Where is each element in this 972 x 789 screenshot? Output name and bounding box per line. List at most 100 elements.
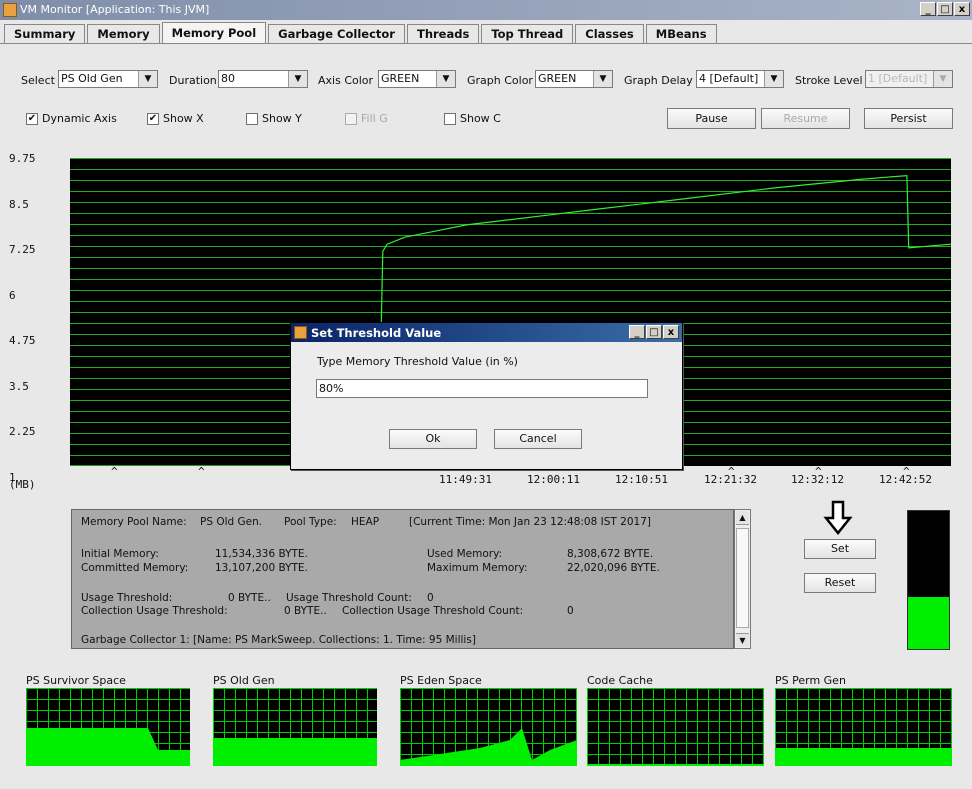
dialog-minimize-button[interactable]: _ <box>629 325 645 339</box>
mini-label-eden: PS Eden Space <box>400 674 482 687</box>
y-tick-label: 2.25 <box>9 425 36 438</box>
fill-g-label: Fill G <box>361 112 388 125</box>
checkbox-box <box>345 112 357 125</box>
pool-type-value: HEAP <box>351 516 380 528</box>
checkbox-box <box>444 112 456 125</box>
tab-summary[interactable]: Summary <box>4 24 86 43</box>
graph-delay-label: Graph Delay <box>624 74 693 87</box>
check-icon: ✔ <box>26 112 38 125</box>
mini-chart-perm-gen <box>775 688 952 766</box>
x-tick-label: 12:10:51 <box>615 473 668 486</box>
x-tick-label: 12:21:32 <box>704 473 757 486</box>
chevron-down-icon: ▼ <box>138 71 157 87</box>
window-title: VM Monitor [Application: This JVM] <box>20 3 210 16</box>
tab-memory[interactable]: Memory <box>87 24 160 43</box>
mini-chart-old-gen <box>213 688 377 766</box>
ok-button[interactable]: Ok <box>389 429 477 449</box>
tab-memory-pool[interactable]: Memory Pool <box>161 22 267 43</box>
tab-mbeans[interactable]: MBeans <box>645 24 717 43</box>
x-tick-label: 12:42:52 <box>879 473 932 486</box>
java-app-icon <box>3 3 17 17</box>
resume-button[interactable]: Resume <box>761 108 850 129</box>
reset-threshold-button[interactable]: Reset <box>804 573 876 593</box>
checkbox-box <box>246 112 258 125</box>
usage-threshold-label: Usage Threshold: <box>81 592 173 604</box>
usage-threshold-value: 0 BYTE.. <box>228 592 271 604</box>
show-y-label: Show Y <box>262 112 302 125</box>
close-button[interactable]: x <box>954 2 970 16</box>
graph-color-value: GREEN <box>538 72 577 85</box>
show-c-checkbox[interactable]: Show C <box>444 112 501 125</box>
gc-info-line: Garbage Collector 1: [Name: PS MarkSweep… <box>81 634 476 646</box>
show-x-checkbox[interactable]: ✔ Show X <box>147 112 204 125</box>
usage-level-bar <box>907 510 950 650</box>
chevron-down-icon: ▼ <box>436 71 455 87</box>
committed-memory-label: Committed Memory: <box>81 562 189 574</box>
x-tick-label: 12:00:11 <box>527 473 580 486</box>
y-tick-label: 6 <box>9 288 16 302</box>
graph-color-select[interactable]: GREEN ▼ <box>535 70 613 88</box>
dialog-maximize-button[interactable]: □ <box>646 325 662 339</box>
graph-delay-select[interactable]: 4 [Default] ▼ <box>696 70 784 88</box>
tab-classes[interactable]: Classes <box>575 24 644 43</box>
dialog-title-bar: Set Threshold Value _ □ x <box>291 323 682 342</box>
tab-top-thread[interactable]: Top Thread <box>481 24 574 43</box>
pool-info-panel: Memory Pool Name: PS Old Gen. Pool Type:… <box>71 509 734 649</box>
initial-memory-value: 11,534,336 BYTE. <box>215 548 308 560</box>
mini-label-perm-gen: PS Perm Gen <box>775 674 846 687</box>
maximize-button[interactable]: □ <box>937 2 953 16</box>
tab-garbage-collector[interactable]: Garbage Collector <box>268 24 405 43</box>
scroll-thumb[interactable] <box>736 528 749 628</box>
chevron-down-icon: ▼ <box>593 71 612 87</box>
threshold-input[interactable]: 80% <box>316 379 648 398</box>
stroke-level-label: Stroke Level <box>795 74 863 87</box>
duration-select[interactable]: 80 ▼ <box>218 70 308 88</box>
cancel-button[interactable]: Cancel <box>494 429 582 449</box>
tab-divider <box>0 43 972 44</box>
duration-select-value: 80 <box>221 72 235 85</box>
arrow-down-icon <box>823 500 853 536</box>
check-icon: ✔ <box>147 112 159 125</box>
java-app-icon <box>294 326 307 339</box>
collection-usage-threshold-count-value: 0 <box>567 605 574 617</box>
pool-type-label: Pool Type: <box>284 516 337 528</box>
scroll-down-icon[interactable]: ▼ <box>736 633 749 647</box>
y-tick-label: 7.25 <box>9 243 36 256</box>
minimize-button[interactable]: _ <box>920 2 936 16</box>
pool-select[interactable]: PS Old Gen ▼ <box>58 70 158 88</box>
mini-chart-survivor <box>26 688 190 766</box>
axis-color-select[interactable]: GREEN ▼ <box>378 70 456 88</box>
usage-level-fill <box>908 596 949 649</box>
stroke-level-value: 1 [Default] <box>866 71 933 87</box>
mini-label-old-gen: PS Old Gen <box>213 674 275 687</box>
pool-name-value: PS Old Gen. <box>200 516 263 528</box>
persist-button[interactable]: Persist <box>864 108 953 129</box>
scroll-up-icon[interactable]: ▲ <box>736 511 749 525</box>
show-y-checkbox[interactable]: Show Y <box>246 112 302 125</box>
x-tick-label: 12:32:12 <box>791 473 844 486</box>
set-threshold-button[interactable]: Set <box>804 539 876 559</box>
mini-chart-code-cache <box>587 688 764 766</box>
dialog-close-button[interactable]: x <box>663 325 679 339</box>
fill-g-checkbox[interactable]: Fill G <box>345 112 388 125</box>
stroke-level-select[interactable]: 1 [Default] ▼ <box>865 70 953 88</box>
x-tick-label: 11:49:31 <box>439 473 492 486</box>
tab-threads[interactable]: Threads <box>406 24 480 43</box>
mini-label-code-cache: Code Cache <box>587 674 653 687</box>
collection-usage-threshold-count-label: Collection Usage Threshold Count: <box>342 605 524 617</box>
graph-delay-value: 4 [Default] <box>699 72 759 85</box>
info-scrollbar[interactable]: ▲ ▼ <box>734 509 751 649</box>
y-axis-unit: (MB) <box>9 478 36 491</box>
y-tick-label: 8.5 <box>9 197 29 211</box>
chevron-down-icon: ▼ <box>933 71 952 87</box>
y-tick-label: 4.75 <box>9 334 36 347</box>
x-tick-mark: ^ <box>111 465 118 478</box>
committed-memory-value: 13,107,200 BYTE. <box>215 562 308 574</box>
chevron-down-icon: ▼ <box>288 71 307 87</box>
window-title-bar: VM Monitor [Application: This JVM] _ □ x <box>0 0 972 20</box>
duration-label: Duration <box>169 74 217 87</box>
dynamic-axis-checkbox[interactable]: ✔ Dynamic Axis <box>26 112 117 125</box>
pool-name-label: Memory Pool Name: <box>81 516 187 528</box>
pause-button[interactable]: Pause <box>667 108 756 129</box>
collection-usage-threshold-label: Collection Usage Threshold: <box>81 605 228 617</box>
